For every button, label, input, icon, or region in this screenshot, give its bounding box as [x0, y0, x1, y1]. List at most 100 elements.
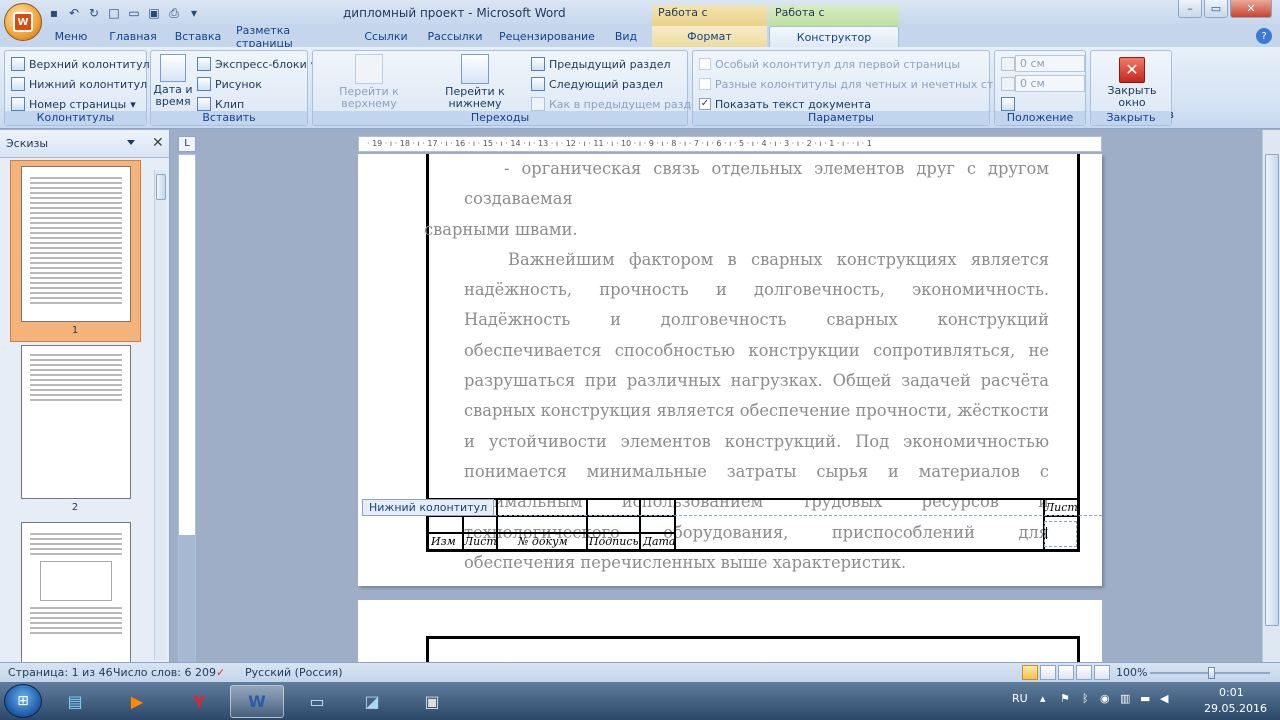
thumbnail-page-1[interactable] [21, 166, 131, 322]
chevron-down-icon[interactable] [127, 140, 135, 145]
text-box[interactable] [1044, 521, 1077, 547]
yandex-browser-taskbar-icon[interactable]: Y [172, 685, 226, 718]
start-button[interactable]: ⊞ [4, 684, 42, 718]
language-indicator[interactable]: Русский (Россия) [245, 666, 343, 679]
vertical-scrollbar[interactable] [1262, 130, 1280, 662]
group-close: ✕Закрыть окно колонтитулов Закрыть [1090, 50, 1174, 126]
draft-view-button[interactable] [1094, 665, 1110, 680]
group-navigation: Перейти к верхнему колонтитулу Перейти к… [312, 50, 712, 126]
media-player-taskbar-icon[interactable]: ▶ [110, 685, 164, 718]
minimize-button[interactable]: – [1178, 0, 1202, 18]
tab-review[interactable]: Рецензирование [496, 26, 598, 47]
bluetooth-icon[interactable]: ᛒ [1082, 692, 1089, 705]
outline-view-button[interactable] [1076, 665, 1092, 680]
office-button[interactable]: W [4, 3, 42, 41]
group-label: Вставить [151, 111, 307, 125]
stamp-label-change: Изм [431, 535, 456, 548]
thumbnails-pane: Эскизы ✕ 1 2 [0, 130, 170, 662]
save-icon[interactable]: ▪ [46, 5, 62, 21]
page-count[interactable]: Страница: 1 из 46 [8, 666, 113, 679]
tray-arrow-icon[interactable]: ▴ [1040, 692, 1046, 705]
frame-line [1077, 154, 1080, 552]
group-insert: Дата и время Экспресс-блоки▾ Рисунок Кли… [150, 50, 316, 126]
thumbnail-page-2[interactable] [21, 345, 131, 499]
group-label: Положение [995, 111, 1085, 125]
header-position-field[interactable]: 0 см [1015, 55, 1085, 72]
undo-icon[interactable]: ↶ [66, 5, 82, 21]
express-blocks-button[interactable]: Экспресс-блоки▾ [197, 55, 316, 73]
clock-date[interactable]: 29.05.2016 [1204, 702, 1267, 715]
full-screen-view-button[interactable] [1040, 665, 1056, 680]
insert-alignment-tab-icon[interactable] [1001, 97, 1015, 111]
tab-home[interactable]: Главная [102, 26, 164, 47]
word-count[interactable]: Число слов: 6 209 [113, 666, 216, 679]
tab-design[interactable]: Конструктор [769, 26, 899, 47]
language-indicator[interactable]: RU [1012, 692, 1028, 705]
web-view-button[interactable] [1058, 665, 1074, 680]
stamp-label-date: Дата [643, 535, 676, 548]
maximize-button[interactable]: ▭ [1204, 0, 1228, 18]
group-label: Закрыть [1091, 111, 1171, 125]
new-document-icon[interactable]: □ [106, 5, 122, 21]
vertical-ruler[interactable] [178, 154, 196, 663]
help-icon[interactable]: ? [1256, 28, 1272, 44]
different-first-page-checkbox[interactable]: Особый колонтитул для первой страницы [699, 55, 960, 73]
quick-print-icon[interactable]: ⎙ [166, 5, 182, 21]
footer-dropdown[interactable]: Нижний колонтитул▾ [11, 75, 157, 93]
thumbnails-scrollbar[interactable] [154, 170, 166, 660]
tab-menu[interactable]: Меню [46, 26, 96, 47]
footer-position-field[interactable]: 0 см [1015, 75, 1085, 92]
windows-flag-icon[interactable]: ⚑ [1060, 692, 1070, 705]
tab-format[interactable]: Формат [652, 26, 767, 47]
header-dropdown[interactable]: Верхний колонтитул▾ [11, 55, 159, 73]
footer-icon [11, 77, 25, 91]
explorer-taskbar-icon[interactable]: ▤ [48, 685, 102, 718]
context-group-header-footer-tools: Работа с колонтитулами [769, 5, 899, 35]
tab-insert[interactable]: Вставка [170, 26, 226, 47]
goto-header-icon [355, 54, 383, 84]
thumbnails-title[interactable]: Эскизы [6, 137, 48, 150]
camera-taskbar-icon[interactable]: ▣ [405, 685, 459, 718]
zoom-level[interactable]: 100% [1116, 666, 1147, 679]
app-taskbar-icon[interactable]: ◪ [345, 685, 399, 718]
print-layout-view-button[interactable] [1022, 665, 1038, 680]
close-icon[interactable]: ✕ [152, 135, 164, 151]
close-window-button[interactable]: ✕ [1230, 0, 1272, 18]
customize-qat-icon[interactable]: ▾ [186, 5, 202, 21]
tab-view[interactable]: Вид [606, 26, 646, 47]
date-time-button[interactable]: Дата и время [153, 54, 193, 108]
clip-icon [197, 97, 211, 111]
context-group-textbox-tools: Работа с надписями [652, 5, 767, 35]
network-icon[interactable]: ▥ [1120, 692, 1130, 705]
volume-icon[interactable]: ◀ [1160, 692, 1168, 705]
scrollbar-thumb[interactable] [1265, 154, 1279, 626]
frame-line [426, 154, 429, 552]
taskbar: ⊞ ▤ ▶ Y W ▭ ◪ ▣ RU ▴ ⚑ ᛒ ◉ ▥ ▬ ◀ 0:01 29… [0, 682, 1280, 720]
battery-icon[interactable]: ▬ [1140, 692, 1150, 705]
remote-desktop-taskbar-icon[interactable]: ▭ [290, 685, 344, 718]
tab-mailings[interactable]: Рассылки [422, 26, 488, 47]
tab-selector[interactable]: L [178, 136, 196, 152]
next-section-icon [531, 77, 545, 91]
tab-references[interactable]: Ссылки [358, 26, 414, 47]
redo-icon[interactable]: ↻ [86, 5, 102, 21]
tab-page-layout[interactable]: Разметка страницы [236, 24, 350, 50]
previous-section-icon [531, 57, 545, 71]
clock-time[interactable]: 0:01 [1219, 686, 1244, 699]
word-taskbar-icon[interactable]: W [230, 685, 284, 718]
footer-area-label: Нижний колонтитул [362, 499, 495, 516]
zoom-slider-handle[interactable] [1208, 667, 1215, 679]
antivirus-icon[interactable]: ◉ [1100, 692, 1110, 705]
office-logo-icon: W [13, 12, 33, 32]
spelling-icon[interactable]: ✓ [216, 666, 225, 679]
thumbnail-page-3[interactable] [21, 522, 131, 662]
print-preview-icon[interactable]: ▣ [146, 5, 162, 21]
horizontal-ruler[interactable]: · 19 · ı · 18 · ı · 17 · ı · 16 · ı · 15… [358, 136, 1102, 152]
title-block-stamp[interactable]: Изм Лист № докум Подпись Дата Лист [426, 498, 1080, 552]
odd-even-pages-checkbox[interactable]: Разные колонтитулы для четных и нечетных… [699, 75, 1029, 93]
stamp-label-sheet: Лист [464, 535, 497, 548]
picture-button[interactable]: Рисунок [197, 75, 262, 93]
previous-section-button[interactable]: Предыдущий раздел [531, 55, 671, 73]
next-section-button[interactable]: Следующий раздел [531, 75, 663, 93]
open-folder-icon[interactable]: ▭ [126, 5, 142, 21]
